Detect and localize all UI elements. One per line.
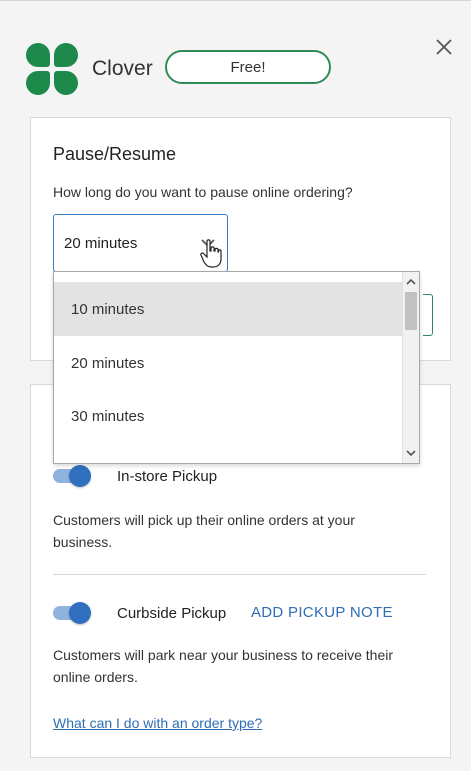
logo-leaf bbox=[26, 71, 50, 95]
divider bbox=[53, 574, 426, 575]
header: Clover bbox=[26, 41, 153, 97]
curbside-pickup-toggle[interactable] bbox=[53, 602, 91, 624]
pause-question: How long do you want to pause online ord… bbox=[53, 184, 353, 200]
confirm-button-edge[interactable] bbox=[423, 294, 433, 336]
close-icon[interactable] bbox=[434, 37, 454, 57]
scrollbar-thumb[interactable] bbox=[405, 292, 417, 330]
toggle-knob bbox=[69, 602, 91, 624]
in-store-pickup-label: In-store Pickup bbox=[117, 468, 218, 485]
in-store-pickup-toggle[interactable] bbox=[53, 465, 91, 487]
scroll-down-icon[interactable] bbox=[403, 445, 419, 461]
logo-leaf bbox=[54, 71, 78, 95]
add-pickup-note-link[interactable]: ADD PICKUP NOTE bbox=[251, 604, 393, 621]
selected-value: 20 minutes bbox=[64, 234, 138, 252]
pause-duration-dropdown: 10 minutes 20 minutes 30 minutes bbox=[53, 271, 420, 464]
dropdown-scrollbar[interactable] bbox=[402, 272, 419, 463]
dropdown-option[interactable]: 30 minutes bbox=[54, 389, 402, 443]
hand-pointer-icon bbox=[200, 239, 222, 274]
dropdown-option[interactable]: 10 minutes bbox=[54, 282, 402, 336]
logo-leaf bbox=[54, 43, 78, 67]
toggle-knob bbox=[69, 465, 91, 487]
dropdown-option[interactable]: 20 minutes bbox=[54, 336, 402, 390]
online-ordering-panel: Clover Free! Pause/Resume How long do yo… bbox=[0, 0, 471, 771]
brand-name: Clover bbox=[92, 57, 153, 80]
curbside-pickup-label: Curbside Pickup bbox=[117, 605, 227, 622]
in-store-pickup-description: Customers will pick up their online orde… bbox=[53, 512, 355, 550]
card-title: Pause/Resume bbox=[53, 144, 177, 164]
logo-leaf bbox=[26, 43, 50, 67]
free-badge: Free! bbox=[165, 50, 331, 84]
clover-logo-icon bbox=[26, 43, 78, 95]
curbside-pickup-description: Customers will park near your business t… bbox=[53, 647, 394, 685]
order-type-help-link[interactable]: What can I do with an order type? bbox=[53, 715, 262, 731]
scroll-up-icon[interactable] bbox=[403, 274, 419, 290]
